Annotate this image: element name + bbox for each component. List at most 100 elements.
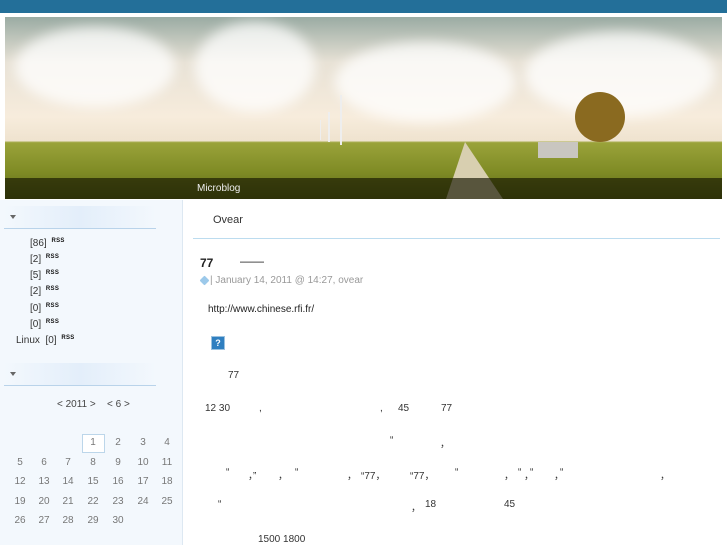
calendar-day[interactable]: 15 [82,476,104,487]
rss-icon[interactable]: RSS [51,238,64,244]
calendar-day[interactable]: 28 [57,515,79,526]
calendar-day[interactable]: 20 [33,496,55,507]
calendar-day[interactable]: 17 [132,476,154,487]
calendar-header[interactable] [4,363,156,386]
calendar-year-nav[interactable]: < 2011 > [57,399,96,410]
post-body-text: 45 [398,403,410,414]
rss-icon[interactable]: RSS [61,335,74,341]
top-bar [0,0,727,13]
post-body-text: ，” [248,471,257,482]
category-item[interactable]: [0] RSS [30,303,59,314]
post-body-text: ， [347,471,357,482]
category-count: [0] [30,319,42,330]
category-item[interactable]: [86] RSS [30,238,65,249]
category-label: Linux [16,335,40,346]
tree-icon [575,92,625,142]
cloud [335,42,515,122]
category-item-linux[interactable]: Linux [0] RSS [16,335,75,346]
post-body-text: ， [278,471,288,482]
calendar-day[interactable]: 8 [82,457,104,468]
post-body-text: “ [518,467,522,478]
post-body-text: “ [295,467,299,478]
post-body-text: 77 [228,370,240,381]
post-body-text: ， [411,503,421,514]
sidebar [0,200,183,545]
post-body-text: , [259,403,262,414]
category-item[interactable]: [2] RSS [30,286,59,297]
calendar-day[interactable]: 29 [82,515,104,526]
calendar-day[interactable]: 5 [9,457,31,468]
categories-header[interactable] [4,206,156,229]
calendar-day[interactable]: 27 [33,515,55,526]
broken-image-icon: ? [211,336,225,350]
rss-icon[interactable]: RSS [46,254,59,260]
post-body-text: , [380,403,383,414]
calendar-day[interactable]: 24 [132,496,154,507]
post-body-text: “ [226,467,230,478]
header-banner: Microblog [5,17,722,199]
category-count: [5] [30,270,42,281]
category-count: [2] [30,254,42,265]
divider [193,238,720,239]
category-item[interactable]: [0] RSS [30,319,59,330]
calendar-day[interactable]: 19 [9,496,31,507]
calendar-day[interactable]: 2 [107,437,129,448]
calendar-day[interactable]: 23 [107,496,129,507]
calendar-day[interactable]: 21 [57,496,79,507]
category-item[interactable]: [2] RSS [30,254,59,265]
calendar-day[interactable]: 6 [33,457,55,468]
post-body-text: “ [218,499,222,510]
calendar-day[interactable]: 18 [156,476,178,487]
rss-icon[interactable]: RSS [46,303,59,309]
post-body-text: 18 [425,499,437,510]
post-title-dash: —— [240,254,264,268]
wind-turbine-icon [328,112,330,142]
cloud [15,27,175,107]
calendar-day[interactable]: 11 [156,457,178,468]
post-body-text: “77， [361,471,386,482]
post-body-text: ， [440,439,450,450]
post-body-text: 77 [441,403,453,414]
calendar-day[interactable]: 1 [82,437,104,448]
category-count: [0] [45,335,57,346]
post-body-text: “ [530,467,534,478]
wind-turbine-icon [340,95,342,145]
post-body-text: ， [660,471,670,482]
calendar-day[interactable]: 22 [82,496,104,507]
collapse-triangle-icon [10,372,16,376]
post-link[interactable]: http://www.chinese.rfi.fr/ [208,304,314,315]
calendar-day[interactable]: 10 [132,457,154,468]
post-body-text: “ [560,467,564,478]
post-body-text: 1500 1800 [258,534,306,545]
wind-turbine-icon [320,120,321,140]
calendar-day[interactable]: 9 [107,457,129,468]
calendar-day[interactable]: 30 [107,515,129,526]
post-body-text: “ [455,467,459,478]
author-tab[interactable]: Ovear [213,214,243,226]
calendar-day[interactable]: 7 [57,457,79,468]
calendar-month-nav[interactable]: < 6 > [107,399,130,410]
category-count: [86] [30,238,47,249]
calendar-day[interactable]: 25 [156,496,178,507]
category-item[interactable]: [5] RSS [30,270,59,281]
site-title[interactable]: Microblog [197,183,240,194]
banner-caption-bar: Microblog [5,178,722,199]
calendar-day[interactable]: 26 [9,515,31,526]
rss-icon[interactable]: RSS [46,286,59,292]
calendar-day[interactable]: 16 [107,476,129,487]
post-title[interactable]: 77 [200,256,213,270]
house-icon [538,142,578,158]
rss-icon[interactable]: RSS [46,319,59,325]
post-body-text: “ [390,435,394,446]
cloud [195,22,315,112]
calendar-day[interactable]: 4 [156,437,178,448]
collapse-triangle-icon [10,215,16,219]
post-meta: | January 14, 2011 @ 14:27, ovear [210,275,364,286]
rss-icon[interactable]: RSS [46,270,59,276]
calendar-day[interactable]: 13 [33,476,55,487]
calendar-day[interactable]: 14 [57,476,79,487]
post-body-text: 45 [504,499,516,510]
calendar-day[interactable]: 12 [9,476,31,487]
calendar-day[interactable]: 3 [132,437,154,448]
diamond-icon [199,275,210,286]
